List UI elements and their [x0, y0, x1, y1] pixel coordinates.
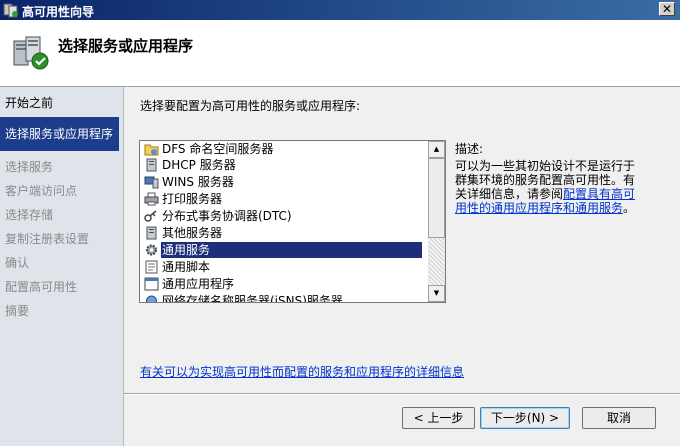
step-confirmation: 确认	[5, 256, 30, 270]
cluster-wizard-icon	[13, 36, 49, 70]
list-item-dtc[interactable]: 分布式事务协调器(DTC)	[144, 208, 422, 224]
title-bar[interactable]: 高可用性向导 ✕	[0, 0, 680, 20]
step-replicate-registry: 复制注册表设置	[5, 232, 90, 246]
instruction-text: 选择要配置为高可用性的服务或应用程序:	[140, 99, 361, 113]
scrollbar-thumb[interactable]	[428, 158, 445, 238]
server-icon	[146, 226, 157, 240]
list-item-generic-application[interactable]: 通用应用程序	[144, 276, 422, 292]
service-listbox[interactable]: DFS 命名空间服务器 DHCP 服务器 WINS 服务器 打印服务器 分布式事…	[139, 140, 446, 303]
scrollbar-track[interactable]	[429, 238, 444, 285]
main-panel: 选择要配置为高可用性的服务或应用程序: DFS 命名空间服务器 DHCP 服务器	[124, 87, 680, 446]
folder-share-icon	[144, 144, 159, 156]
gear-icon	[146, 244, 157, 256]
server-monitor-icon	[144, 176, 159, 189]
divider	[124, 393, 680, 395]
listbox-scrollbar[interactable]: ▲ ▼	[428, 141, 445, 302]
list-item-other-server[interactable]: 其他服务器	[144, 225, 422, 241]
cancel-button[interactable]: 取消	[582, 407, 656, 429]
arrow-up-icon: ▲	[433, 145, 440, 153]
step-select-service: 选择服务	[5, 160, 54, 174]
list-item-wins[interactable]: WINS 服务器	[144, 174, 422, 190]
description-suffix: 。	[623, 201, 636, 215]
coordinator-icon	[144, 210, 157, 222]
list-item-generic-service[interactable]: 通用服务	[144, 242, 422, 258]
step-client-access-point: 客户端访问点	[5, 184, 78, 198]
printer-icon	[144, 192, 159, 206]
arrow-down-icon: ▼	[433, 289, 440, 297]
cluster-app-icon	[3, 3, 18, 18]
description-label: 描述:	[455, 142, 484, 156]
list-item-print-server[interactable]: 打印服务器	[144, 191, 422, 207]
more-info-link[interactable]: 有关可以为实现高可用性而配置的服务和应用程序的详细信息	[140, 363, 464, 380]
description-text: 可以为一些其初始设计不是运行于群集环境的服务配置高可用性。有关详细信息，请参阅配…	[455, 159, 645, 215]
wizard-window: 高可用性向导 ✕ 选择服务或应用程序 开始之前 选择服务或应用程序 选择服务 客…	[0, 0, 680, 446]
script-icon	[145, 260, 158, 274]
network-icon	[146, 295, 157, 302]
back-button[interactable]: < 上一步	[402, 407, 475, 429]
wizard-steps-sidebar: 开始之前 选择服务或应用程序 选择服务 客户端访问点 选择存储 复制注册表设置 …	[0, 87, 124, 446]
step-select-service-or-application: 选择服务或应用程序	[0, 117, 119, 151]
server-icon	[146, 158, 157, 172]
wizard-header: 选择服务或应用程序	[0, 20, 680, 87]
next-button[interactable]: 下一步(N) >	[480, 407, 570, 429]
list-item-dfs[interactable]: DFS 命名空间服务器	[144, 141, 422, 157]
step-summary: 摘要	[5, 304, 30, 318]
list-item-generic-script[interactable]: 通用脚本	[144, 259, 422, 275]
scroll-down-button[interactable]: ▼	[428, 285, 445, 302]
list-item-dhcp[interactable]: DHCP 服务器	[144, 157, 422, 173]
page-heading: 选择服务或应用程序	[58, 37, 194, 55]
close-icon: ✕	[661, 2, 673, 16]
listbox-items: DFS 命名空间服务器 DHCP 服务器 WINS 服务器 打印服务器 分布式事…	[140, 141, 429, 302]
step-select-storage: 选择存储	[5, 208, 54, 222]
scroll-up-button[interactable]: ▲	[428, 141, 445, 158]
window-title: 高可用性向导	[22, 5, 95, 19]
application-icon	[144, 277, 159, 291]
list-item-isns[interactable]: 网络存储名称服务器(iSNS)服务器	[144, 293, 422, 302]
close-button[interactable]: ✕	[659, 2, 675, 16]
step-before-you-begin: 开始之前	[5, 96, 54, 110]
step-configure-high-availability: 配置高可用性	[5, 280, 78, 294]
